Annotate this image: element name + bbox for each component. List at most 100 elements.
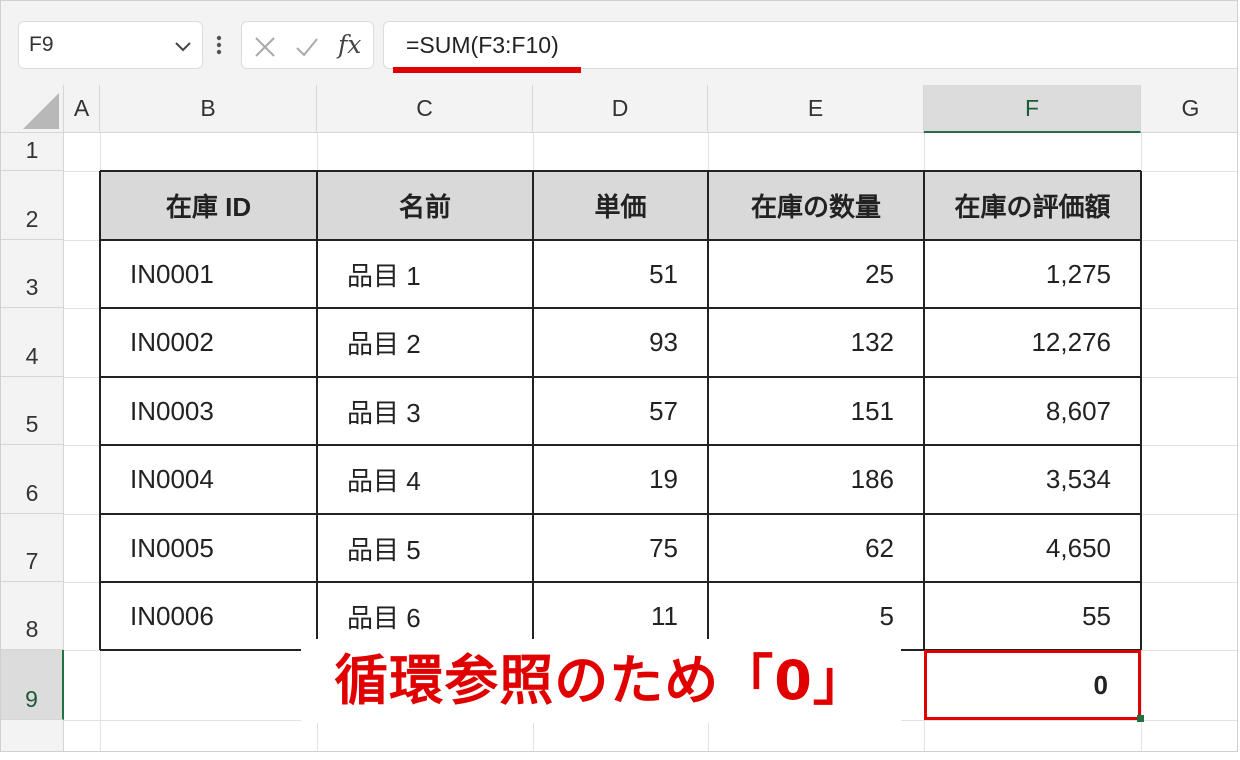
formula-highlight-underline	[393, 67, 581, 73]
table-cell[interactable]: IN0001	[100, 240, 317, 308]
row-number: 8	[25, 616, 39, 642]
table-border-horizontal	[100, 307, 1141, 309]
table-cell[interactable]: 151	[708, 377, 924, 445]
table-cell[interactable]: IN0006	[100, 582, 317, 650]
row-header-4[interactable]: 4	[1, 308, 64, 377]
table-cell[interactable]: IN0004	[100, 445, 317, 514]
cell-text: 11	[651, 600, 678, 631]
table-cell[interactable]: 75	[533, 514, 708, 582]
table-cell[interactable]: 51	[533, 240, 708, 308]
spreadsheet-window: F9 fx =SUM(F3:F10) A B C D E F G 1 2 3 4…	[0, 0, 1238, 752]
column-header-d[interactable]: D	[533, 85, 708, 133]
row-number: 1	[25, 137, 39, 163]
table-header-cell[interactable]: 在庫の評価額	[924, 171, 1141, 240]
name-box[interactable]: F9	[18, 21, 203, 69]
table-header-cell[interactable]: 在庫 ID	[100, 171, 317, 240]
row-number: 7	[25, 548, 39, 574]
cell-text: 1,275	[1045, 258, 1111, 289]
column-header-b[interactable]: B	[100, 85, 317, 133]
table-border-horizontal	[100, 376, 1141, 378]
circular-reference-annotation: 循環参照のため「0」	[301, 639, 901, 723]
row-header-8[interactable]: 8	[1, 582, 64, 650]
table-cell[interactable]: 1,275	[924, 240, 1141, 308]
row-header-9[interactable]: 9	[1, 650, 64, 720]
cell-text: 75	[649, 532, 678, 563]
table-cell[interactable]: 19	[533, 445, 708, 514]
table-cell[interactable]: 品目 4	[317, 445, 533, 514]
table-header-cell[interactable]: 名前	[317, 171, 533, 240]
table-cell[interactable]: 品目 5	[317, 514, 533, 582]
table-cell[interactable]: 93	[533, 308, 708, 377]
table-cell[interactable]: IN0002	[100, 308, 317, 377]
row-header-10[interactable]	[1, 720, 64, 751]
cell-text: 19	[649, 464, 678, 494]
table-cell[interactable]: 57	[533, 377, 708, 445]
row-header-5[interactable]: 5	[1, 377, 64, 445]
column-header-e[interactable]: E	[708, 85, 924, 133]
fill-handle[interactable]	[1137, 715, 1144, 722]
total-cell-f9[interactable]: 0	[924, 650, 1141, 720]
table-cell[interactable]: IN0005	[100, 514, 317, 582]
enter-check-icon[interactable]	[294, 34, 320, 60]
row-header-6[interactable]: 6	[1, 445, 64, 514]
column-header-g[interactable]: G	[1141, 85, 1237, 133]
cell-text: 93	[649, 327, 678, 357]
column-header-f[interactable]: F	[924, 85, 1141, 133]
table-border-vertical	[532, 171, 534, 650]
row-number: 5	[25, 411, 39, 437]
total-cell-value: 0	[1093, 669, 1108, 700]
row-number: 2	[25, 206, 39, 232]
table-cell[interactable]: 132	[708, 308, 924, 377]
row-number: 4	[25, 343, 39, 369]
cell-text: 5	[879, 600, 894, 631]
table-cell[interactable]: 25	[708, 240, 924, 308]
table-cell[interactable]: 12,276	[924, 308, 1141, 377]
cell-text: 3,534	[1045, 464, 1111, 494]
table-cell[interactable]: 品目 2	[317, 308, 533, 377]
table-border-vertical	[1140, 171, 1142, 650]
table-border-horizontal	[100, 513, 1141, 515]
cell-text: 12,276	[1031, 327, 1111, 357]
cell-text: 57	[649, 395, 678, 426]
cell-text: 4,650	[1045, 532, 1111, 563]
table-cell[interactable]: 3,534	[924, 445, 1141, 514]
table-cell[interactable]: 186	[708, 445, 924, 514]
row-header-1[interactable]: 1	[1, 133, 64, 171]
cell-text: 品目 6	[347, 602, 421, 633]
cell-text: 在庫の数量	[750, 192, 881, 222]
table-cell[interactable]: 品目 1	[317, 240, 533, 308]
formula-text: =SUM(F3:F10)	[406, 32, 559, 58]
column-header-a[interactable]: A	[64, 85, 100, 133]
table-cell[interactable]: 8,607	[924, 377, 1141, 445]
table-cell[interactable]: 品目 3	[317, 377, 533, 445]
insert-function-icon[interactable]: fx	[338, 30, 361, 59]
table-cell[interactable]: IN0003	[100, 377, 317, 445]
row-header-2[interactable]: 2	[1, 171, 64, 240]
table-header-cell[interactable]: 在庫の数量	[708, 171, 924, 240]
table-border-vertical	[316, 171, 318, 650]
cell-text: 55	[1082, 600, 1111, 631]
select-all-triangle-icon	[23, 93, 59, 129]
table-border-horizontal	[100, 444, 1141, 446]
row-header-7[interactable]: 7	[1, 514, 64, 582]
cell-text: 186	[850, 464, 894, 494]
table-cell[interactable]: 55	[924, 582, 1141, 650]
more-options-icon[interactable]	[214, 27, 224, 63]
table-cell[interactable]: 4,650	[924, 514, 1141, 582]
table-border-horizontal	[100, 581, 1141, 583]
cell-text: 品目 4	[347, 466, 421, 496]
column-header-c[interactable]: C	[317, 85, 533, 133]
table-header-cell[interactable]: 単価	[533, 171, 708, 240]
formula-input[interactable]: =SUM(F3:F10)	[383, 21, 1237, 69]
row-header-3[interactable]: 3	[1, 240, 64, 308]
formula-bar-area: F9 fx =SUM(F3:F10)	[1, 1, 1237, 85]
select-all-corner[interactable]	[1, 85, 64, 133]
name-box-value: F9	[29, 33, 54, 56]
row-number: 3	[25, 274, 39, 300]
table-cell[interactable]: 62	[708, 514, 924, 582]
cell-text: IN0001	[130, 258, 214, 289]
cancel-icon[interactable]	[252, 34, 278, 60]
cell-text: 151	[850, 395, 894, 426]
table-border-vertical	[99, 171, 101, 650]
chevron-down-icon[interactable]	[172, 35, 194, 57]
